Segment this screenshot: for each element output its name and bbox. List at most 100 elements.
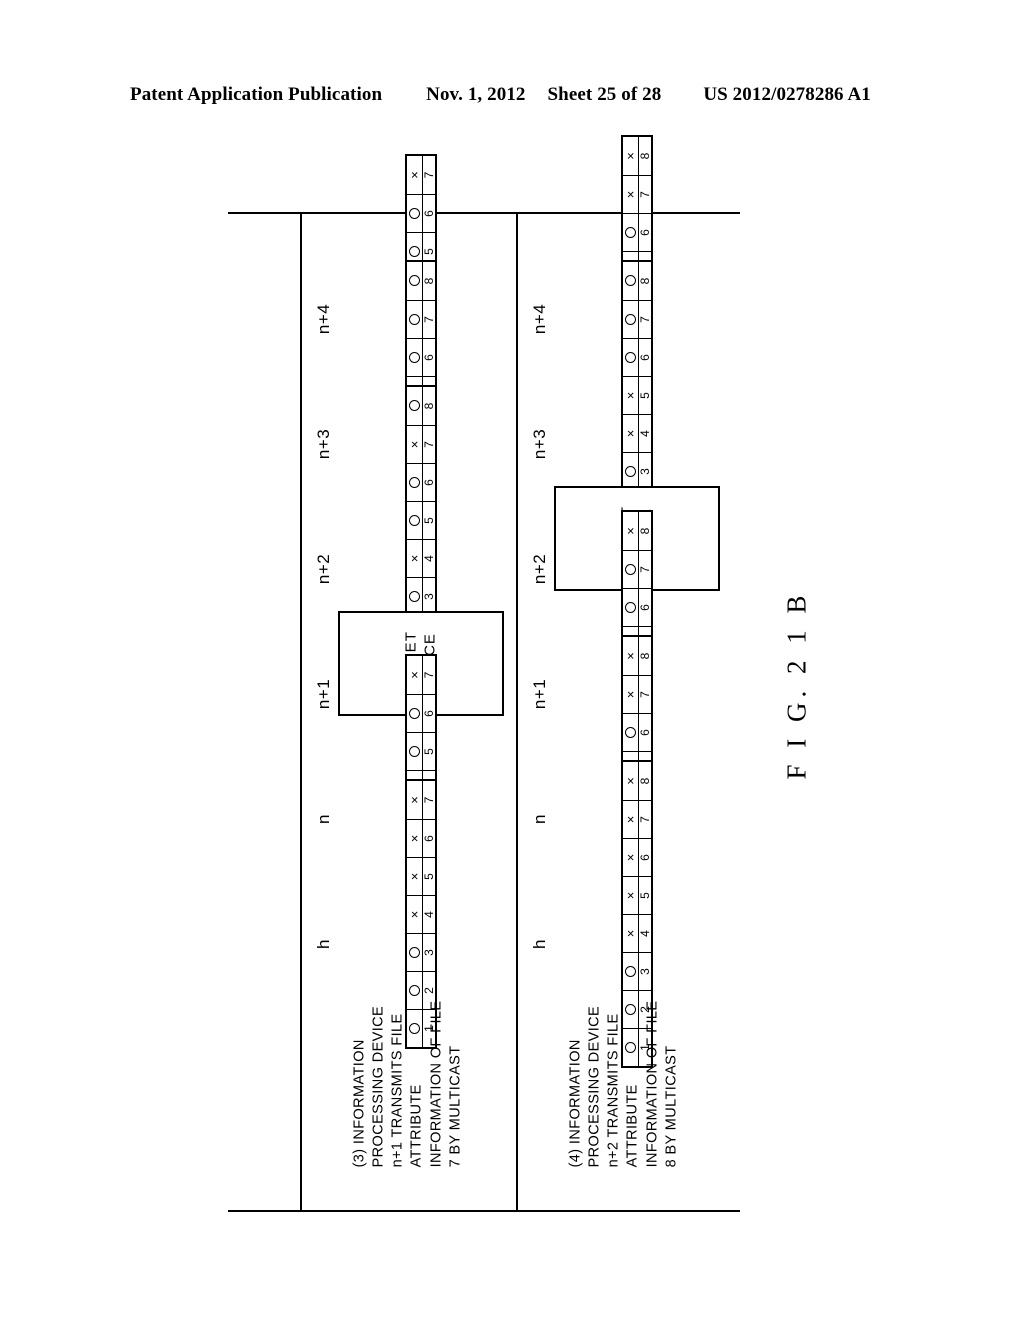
attribute-cell: 7 xyxy=(623,550,652,588)
circle-icon xyxy=(407,502,423,539)
cross-icon: × xyxy=(407,858,423,895)
circle-icon xyxy=(407,733,423,770)
attribute-cell: ×4 xyxy=(623,914,652,952)
header-date-text: Nov. 1, 2012 xyxy=(426,84,526,105)
attribute-cell: × 7 xyxy=(623,175,652,213)
attribute-index: 6 xyxy=(638,729,652,736)
cross-icon: × xyxy=(407,820,423,857)
attribute-cell: 6 xyxy=(407,338,436,376)
page-header: Patent Application Publication Nov. 1, 2… xyxy=(130,84,894,106)
panel-caption: (3) INFORMATION PROCESSING DEVICE n+1 TR… xyxy=(304,964,512,1204)
attribute-cell: ×5 xyxy=(623,376,652,414)
attribute-index: 5 xyxy=(422,517,436,524)
attribute-index: 6 xyxy=(422,835,436,842)
cross-icon: × xyxy=(407,781,423,819)
attribute-index: 4 xyxy=(422,911,436,918)
cross-icon: × xyxy=(623,839,639,876)
panel-step-3: n+412×3456×7n+3×123×4×5678n+2×1×23×456×7… xyxy=(300,154,516,1210)
attribute-index: 7 xyxy=(422,671,436,679)
cross-icon: × xyxy=(623,762,639,800)
attribute-index: 8 xyxy=(638,652,652,660)
attribute-index: 7 xyxy=(422,171,436,179)
attribute-cell: × 7 xyxy=(407,425,436,463)
attribute-cell: × 7 xyxy=(407,656,436,694)
attribute-cell: 6 xyxy=(407,194,436,232)
panel-caption: (4) INFORMATION PROCESSING DEVICE n+2 TR… xyxy=(520,964,728,1204)
slot-h: h 1 2 3 × 4 × 5 × 6 × 7 xyxy=(312,779,508,1049)
figure-label: F I G. 2 1 B xyxy=(742,560,852,810)
attribute-index: 5 xyxy=(422,748,436,755)
attribute-index: 6 xyxy=(638,854,652,861)
circle-icon xyxy=(623,551,639,588)
attribute-cell: ×5 xyxy=(407,857,436,895)
cross-icon: × xyxy=(407,656,423,694)
attribute-index: 8 xyxy=(638,777,652,785)
figure-21b: n+412×3456×7n+3×123×4×5678n+2×1×23×456×7… xyxy=(228,135,740,1212)
circle-icon xyxy=(407,464,423,501)
attribute-cell: ×5 xyxy=(623,876,652,914)
attribute-cell: ×4 xyxy=(623,414,652,452)
circle-icon xyxy=(623,589,639,626)
panel-caption-text: (3) INFORMATION PROCESSING DEVICE n+1 TR… xyxy=(351,1000,464,1168)
attribute-index: 7 xyxy=(422,316,436,323)
cross-icon: × xyxy=(623,176,639,213)
attribute-cell: 8 xyxy=(623,262,652,300)
cross-icon: × xyxy=(623,801,639,838)
cross-icon: × xyxy=(623,877,639,914)
attribute-cell: 5 xyxy=(407,732,436,770)
attribute-cell: 6 xyxy=(623,588,652,626)
cross-icon: × xyxy=(623,415,639,452)
slot-h: h 1 2 3 × 4 × 5 × 6 × 7 × 8 xyxy=(528,760,724,1068)
header-publication-number: US 2012/0278286 A1 xyxy=(703,84,871,105)
attribute-index: 4 xyxy=(638,430,652,437)
cross-icon: × xyxy=(623,676,639,713)
attribute-index: 7 xyxy=(638,316,652,323)
attribute-cell: × 7 xyxy=(623,800,652,838)
attribute-cell: ×4 xyxy=(407,539,436,577)
cross-icon: × xyxy=(623,137,639,175)
attribute-index: 7 xyxy=(638,816,652,823)
circle-icon xyxy=(623,214,639,251)
circle-icon xyxy=(623,714,639,751)
attribute-cell: 5 xyxy=(407,501,436,539)
cross-icon: × xyxy=(407,156,423,194)
attribute-cell: 6 xyxy=(623,213,652,251)
attribute-index: 4 xyxy=(422,555,436,562)
attribute-index: 6 xyxy=(638,354,652,361)
attribute-index: 5 xyxy=(422,873,436,880)
attribute-cell: × 8 xyxy=(623,637,652,675)
attribute-cell: 6 xyxy=(623,713,652,751)
figure-label-text: F I G. 2 1 B xyxy=(781,590,812,780)
cross-icon: × xyxy=(407,426,423,463)
attribute-index: 6 xyxy=(422,479,436,486)
attribute-index: 7 xyxy=(638,691,652,698)
attribute-index: 6 xyxy=(638,229,652,236)
figure-bottom-rule xyxy=(228,1210,740,1212)
attribute-index: 6 xyxy=(422,210,436,217)
cross-icon: × xyxy=(623,915,639,952)
attribute-cell: × 7 xyxy=(623,675,652,713)
attribute-index: 7 xyxy=(638,191,652,198)
attribute-index: 6 xyxy=(422,354,436,361)
slot-nplus3: n+3×123×4×5678 xyxy=(528,260,724,568)
attribute-cell: 8 xyxy=(407,387,436,425)
circle-icon xyxy=(623,262,639,300)
cross-icon: × xyxy=(623,512,639,550)
attribute-cell: 7 xyxy=(623,300,652,338)
attribute-index: 8 xyxy=(422,402,436,410)
header-sheet-text: Sheet 25 of 28 xyxy=(547,84,662,105)
panel-step-4: n+412×3456×7×8n+3×123×4×5678n+2TARGET DE… xyxy=(516,135,732,1210)
attribute-cell: × 7 xyxy=(407,156,436,194)
circle-icon xyxy=(407,387,423,425)
attribute-cell: × 8 xyxy=(623,512,652,550)
attribute-cell: × 7 xyxy=(407,781,436,819)
attribute-index: 6 xyxy=(638,604,652,611)
attribute-index: 5 xyxy=(638,392,652,399)
attribute-index: 6 xyxy=(422,710,436,717)
attribute-cell: × 6 xyxy=(407,819,436,857)
attribute-table: 1 2 3 × 4 × 5 × 6 × 7 xyxy=(336,779,506,1049)
slot-nplus2: n+2×1×23×456×78 xyxy=(312,385,508,693)
panel-caption-text: (4) INFORMATION PROCESSING DEVICE n+2 TR… xyxy=(567,1000,680,1168)
attribute-index: 8 xyxy=(638,277,652,285)
attribute-index: 8 xyxy=(638,527,652,535)
